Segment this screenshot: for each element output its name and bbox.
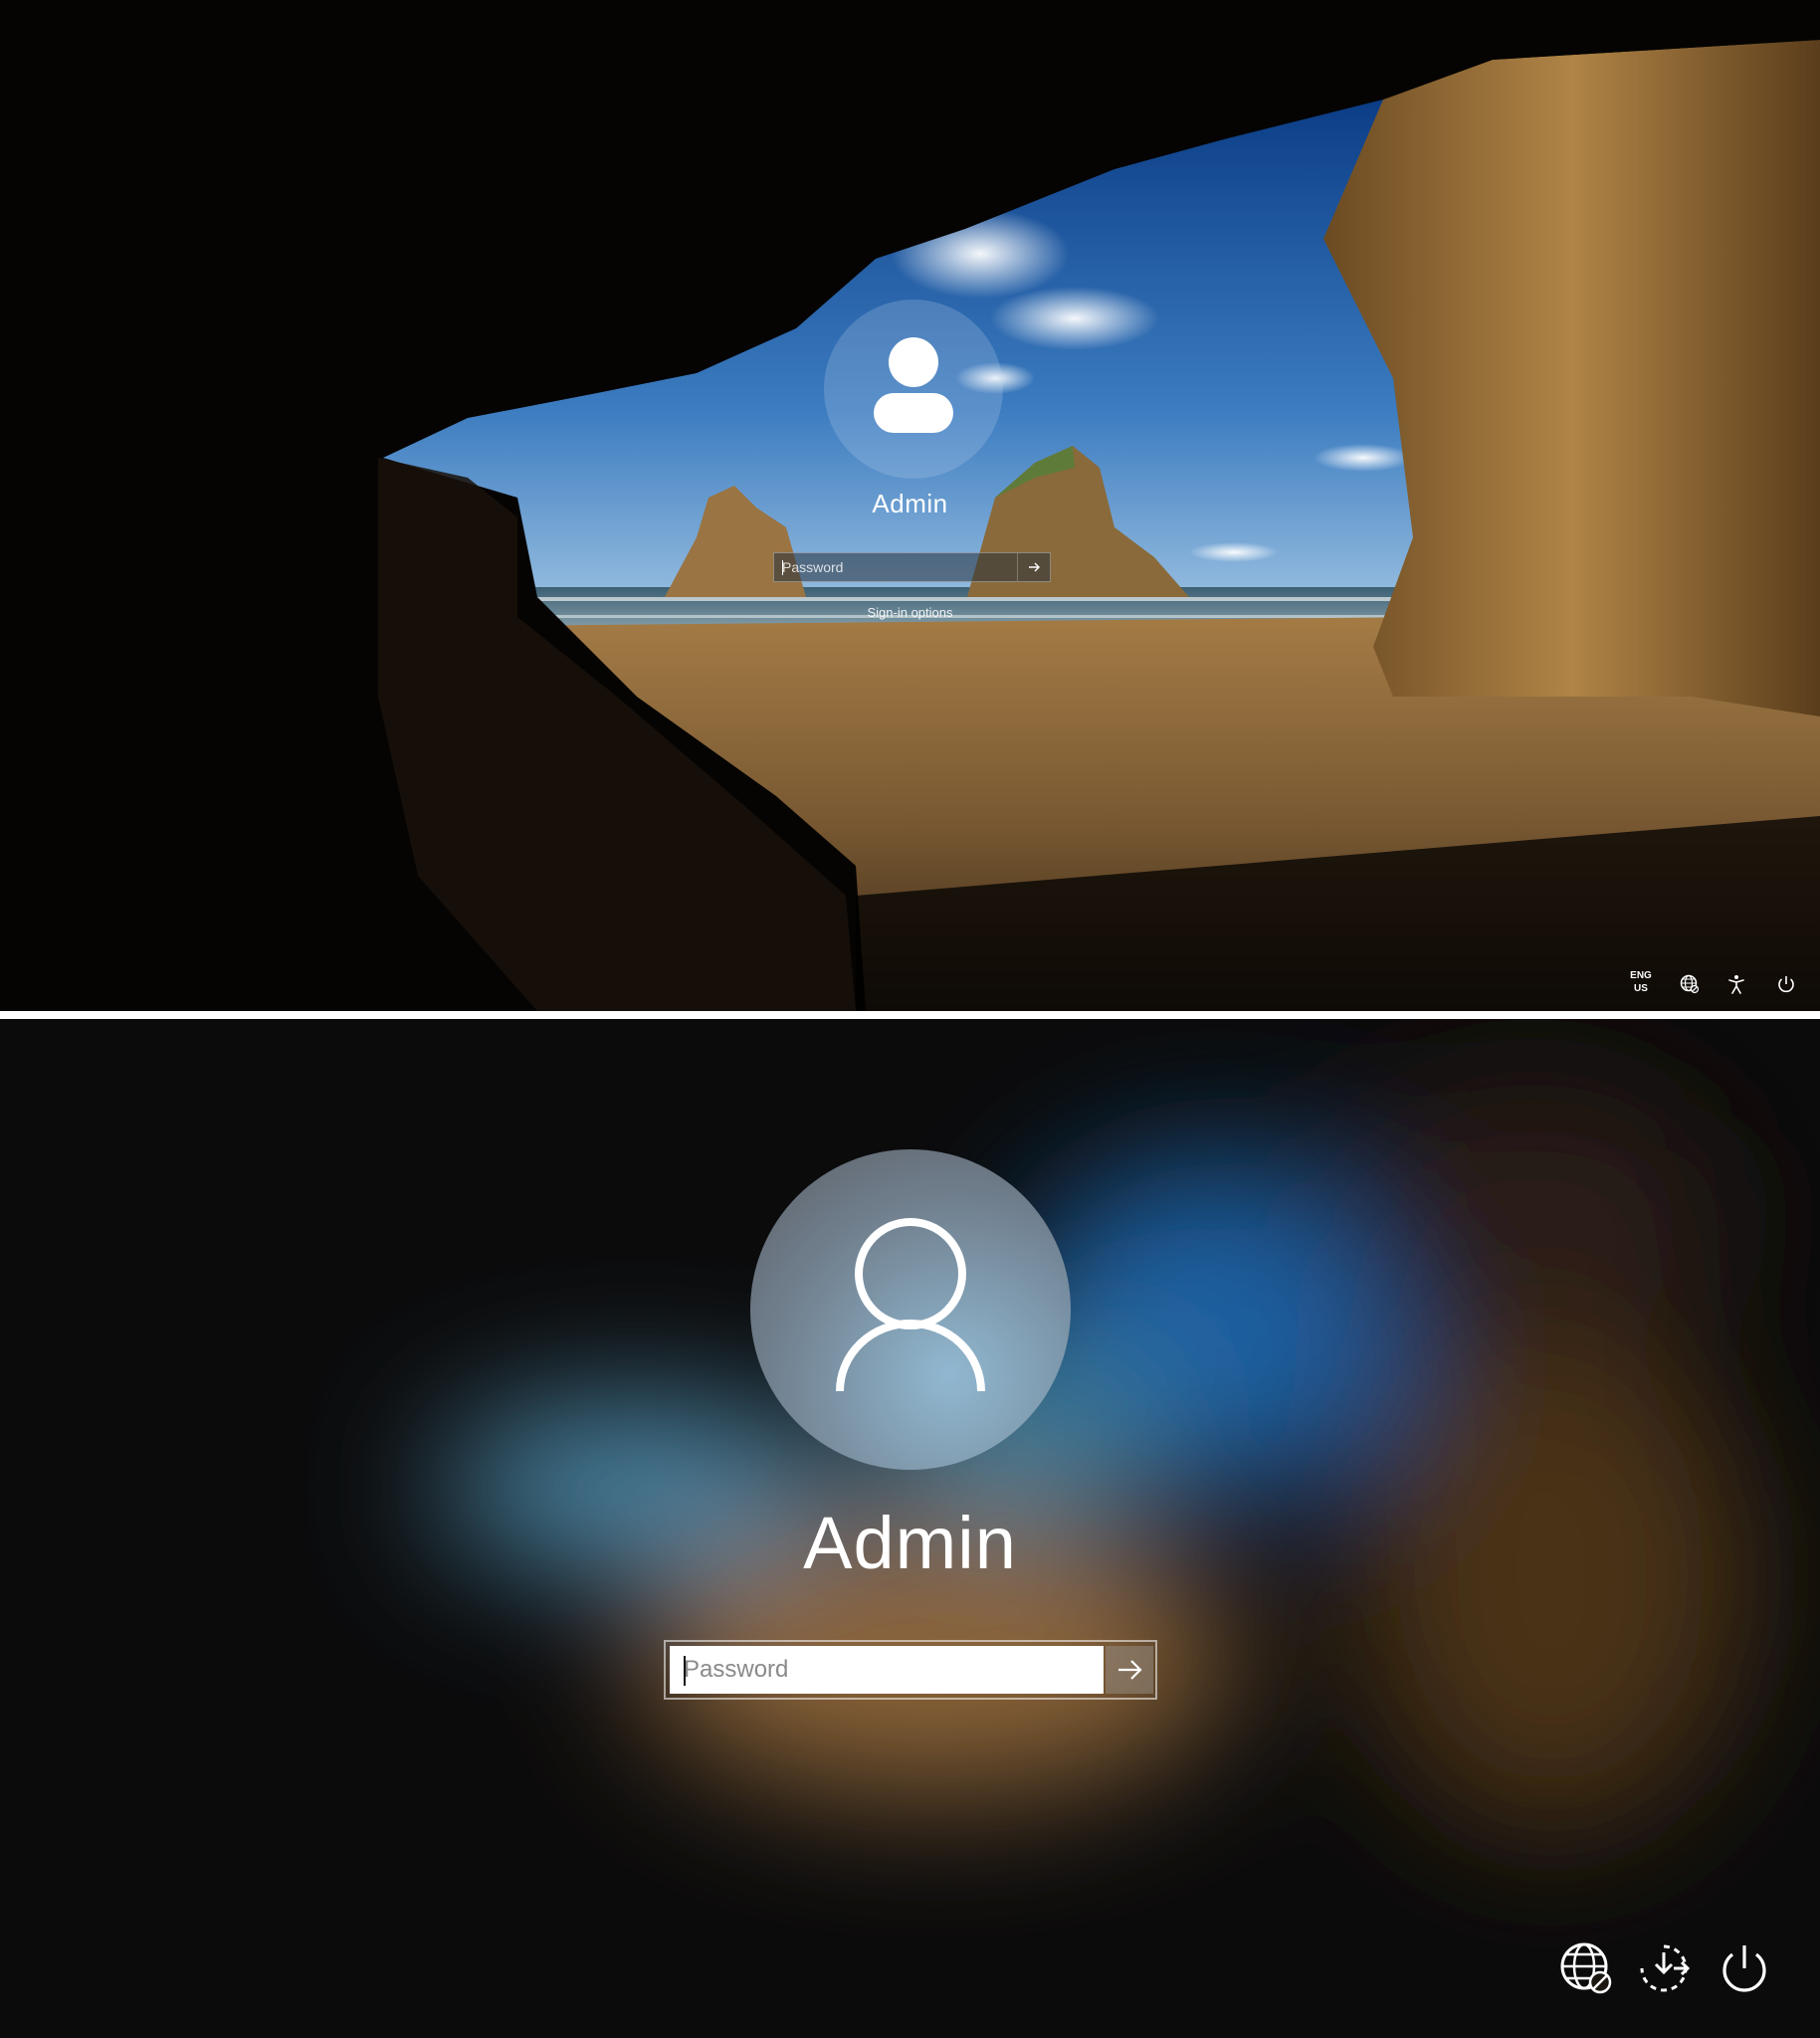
password-box xyxy=(773,552,1051,582)
lock-screen-large: Admin xyxy=(0,1019,1820,2038)
user-outline-icon xyxy=(836,1218,985,1392)
arrow-right-icon xyxy=(1029,562,1040,572)
network-icon[interactable] xyxy=(1679,973,1701,995)
power-icon[interactable] xyxy=(1717,1940,1772,1996)
submit-button[interactable] xyxy=(1106,1646,1153,1694)
password-input[interactable] xyxy=(774,553,1018,581)
submit-button[interactable] xyxy=(1017,553,1050,581)
arrow-right-icon xyxy=(1118,1660,1142,1680)
lock-screen-small: Admin Sign-in options ENG US xyxy=(0,0,1820,1011)
language-indicator[interactable]: ENG US xyxy=(1620,969,1662,995)
username-label: Admin xyxy=(872,489,948,518)
user-avatar xyxy=(750,1149,1071,1470)
text-caret xyxy=(782,560,783,575)
sign-in-options-link[interactable]: Sign-in options xyxy=(0,605,1820,620)
region-code: US xyxy=(1634,983,1648,994)
ease-of-access-icon[interactable] xyxy=(1636,1940,1692,1996)
network-icon[interactable] xyxy=(1558,1940,1614,1996)
password-input[interactable] xyxy=(670,1646,1104,1694)
power-icon[interactable] xyxy=(1775,973,1797,995)
accessibility-icon[interactable] xyxy=(1725,973,1747,995)
language-code: ENG xyxy=(1630,970,1652,981)
user-icon xyxy=(874,337,953,433)
username-label: Admin xyxy=(803,1502,1017,1584)
text-caret xyxy=(684,1656,686,1686)
password-box xyxy=(664,1640,1157,1700)
user-avatar xyxy=(824,300,1003,479)
